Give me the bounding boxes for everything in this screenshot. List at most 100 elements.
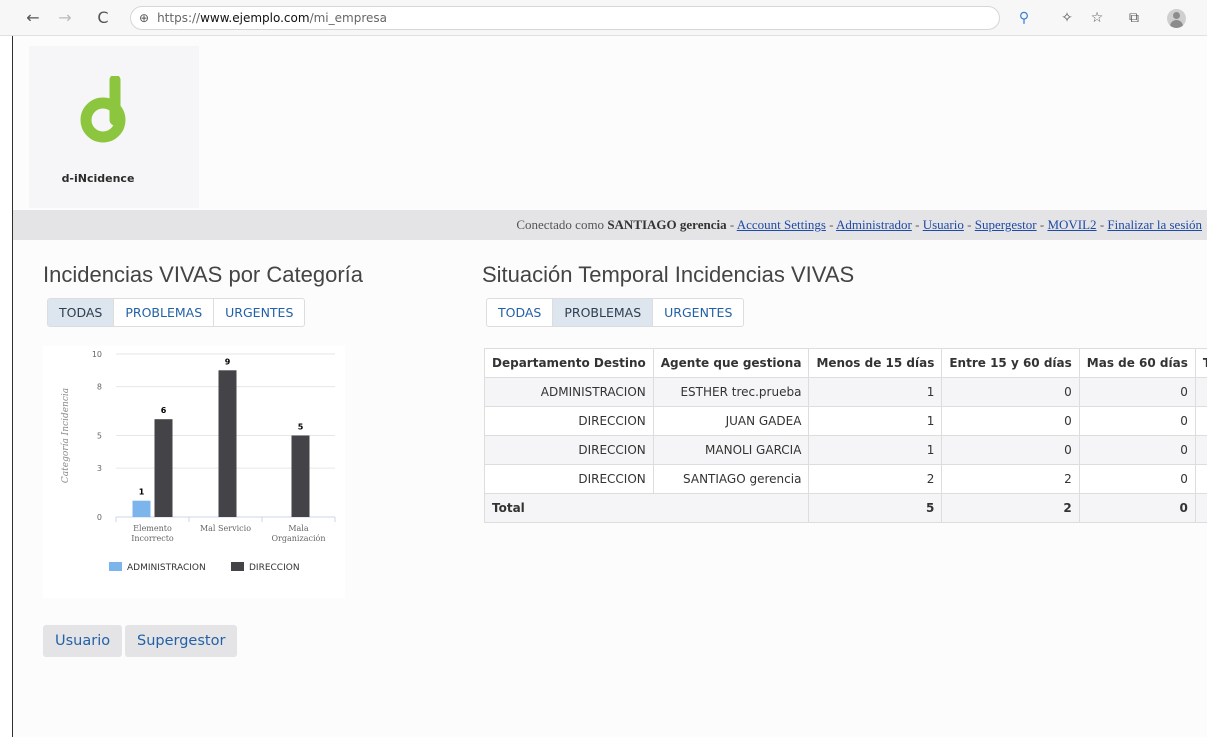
table-cell: SANTIAGO gerencia [652,464,810,494]
table-cell: 1 [1194,377,1207,407]
table-cell: 0 [1078,435,1196,465]
table-cell: DIRECCION [484,464,654,494]
forward-arrow-icon[interactable]: → [54,7,76,29]
logo-text: d-iNcidence [61,172,135,185]
logout-link[interactable]: Finalizar la sesión [1107,217,1202,232]
tab-urgentes[interactable]: URGENTES [653,299,743,326]
table-cell: DIRECCION [484,406,654,436]
table-cell: 2 [808,464,943,494]
table-cell: 1 [808,377,943,407]
table-cell: 0 [941,377,1080,407]
separator: - [825,217,837,232]
y-tick-label: 5 [97,432,102,441]
table-cell: 7 [1194,493,1207,523]
table-cell: 0 [941,406,1080,436]
search-key-icon[interactable]: ⚲ [1014,8,1034,28]
y-tick-label: 10 [92,350,102,359]
d-incidence-logo-icon [80,76,126,143]
movil2-link[interactable]: MOVIL2 [1047,217,1096,232]
extensions-icon[interactable]: ✧ [1057,8,1077,28]
back-arrow-icon[interactable]: ← [22,7,44,29]
usuario-button[interactable]: Usuario [43,625,123,657]
logo-panel: d-iNcidence [29,46,199,208]
y-tick-label: 8 [97,383,102,392]
table-row: DIRECCION MANOLI GARCIA 1 0 0 1 [484,435,1207,465]
total-label: Total [483,493,810,523]
temporal-table: Departamento Destino Agente que gestiona… [483,348,1207,523]
temporal-panel-title: Situación Temporal Incidencias VIVAS [482,262,855,287]
collections-icon[interactable]: ⧉ [1124,8,1144,28]
page-content: d-iNcidence Conectado como SANTIAGO gere… [12,36,1207,737]
table-cell: 1 [1194,435,1207,465]
address-bar[interactable]: ⊕ https://www.ejemplo.com/mi_empresa [130,6,1000,30]
usuario-link[interactable]: Usuario [923,217,964,232]
table-cell: 4 [1194,464,1207,494]
bar-administracion [132,500,151,517]
table-cell: MANOLI GARCIA [652,435,810,465]
table-row: DIRECCION JUAN GADEA 1 0 0 1 [484,406,1207,436]
table-cell: 5 [808,493,943,523]
tab-todas[interactable]: TODAS [487,299,554,326]
table-cell: 1 [808,406,943,436]
category-panel-title: Incidencias VIVAS por Categoría [43,262,363,287]
table-row: ADMINISTRACION ESTHER trec.prueba 1 0 0 … [484,377,1207,407]
data-label: 1 [139,488,145,497]
x-tick-label: Elemento [133,524,172,533]
legend-swatch [231,562,244,571]
table-cell: 0 [1078,464,1196,494]
globe-icon: ⊕ [139,11,150,25]
profile-avatar-icon[interactable] [1167,9,1186,28]
column-header: Total [1194,348,1207,378]
connected-as-label: Conectado como [516,217,605,232]
supergestor-button[interactable]: Supergestor [125,625,238,657]
table-header-row: Departamento Destino Agente que gestiona… [484,348,1207,378]
separator: - [1036,217,1048,232]
table-cell: JUAN GADEA [652,406,810,436]
table-cell: 2 [941,493,1080,523]
table-cell: 2 [941,464,1080,494]
bar-direccion [218,370,237,517]
legend-label: DIRECCION [249,563,300,573]
category-chart: 0 3 5 8 10 Categoría Incidencia 1 6 Elemento Inco… [43,346,345,598]
table-cell: ESTHER trec.prueba [652,377,810,407]
url-domain: www.ejemplo.com [200,11,310,25]
reload-icon[interactable]: C [92,7,114,29]
legend-swatch [109,562,122,571]
url-path: /mi_empresa [309,11,387,25]
column-header: Departamento Destino [484,348,654,378]
data-label: 5 [298,423,304,432]
table-cell: 0 [1078,377,1196,407]
y-axis-title: Categoría Incidencia [60,388,71,483]
category-tabs: TODAS PROBLEMAS URGENTES [47,298,306,327]
temporal-tabs: TODAS PROBLEMAS URGENTES [486,298,745,327]
administrador-link[interactable]: Administrador [836,217,912,232]
supergestor-link[interactable]: Supergestor [975,217,1037,232]
table-total-row: Total 5 2 0 7 [483,493,1207,523]
separator: - [911,217,923,232]
x-tick-label: Mal Servicio [200,524,251,533]
bar-chart: 0 3 5 8 10 Categoría Incidencia 1 6 ElementoInco… [60,350,336,573]
table-cell: ADMINISTRACION [484,377,654,407]
session-bar: Conectado como SANTIAGO gerencia - Accou… [13,210,1207,240]
y-tick-label: 3 [97,464,102,473]
favorites-icon[interactable]: ☆ [1087,8,1107,28]
table-cell: 0 [941,435,1080,465]
tab-todas[interactable]: TODAS [48,299,115,326]
legend-label: ADMINISTRACION [127,563,206,573]
bar-direccion [291,435,310,517]
table-cell: 0 [1078,406,1196,436]
column-header: Mas de 60 días [1078,348,1196,378]
bar-direccion [154,419,173,517]
table-cell: DIRECCION [484,435,654,465]
tab-problemas[interactable]: PROBLEMAS [114,299,215,326]
url-prefix: https:// [157,11,201,25]
account-settings-link[interactable]: Account Settings [737,217,826,232]
tab-urgentes[interactable]: URGENTES [214,299,304,326]
data-label: 6 [161,406,167,415]
table-cell: 1 [1194,406,1207,436]
table-cell: 1 [808,435,943,465]
tab-problemas[interactable]: PROBLEMAS [553,299,654,326]
column-header: Entre 15 y 60 días [941,348,1080,378]
current-user: SANTIAGO gerencia [607,217,727,232]
x-tick-label: Organización [272,534,326,543]
